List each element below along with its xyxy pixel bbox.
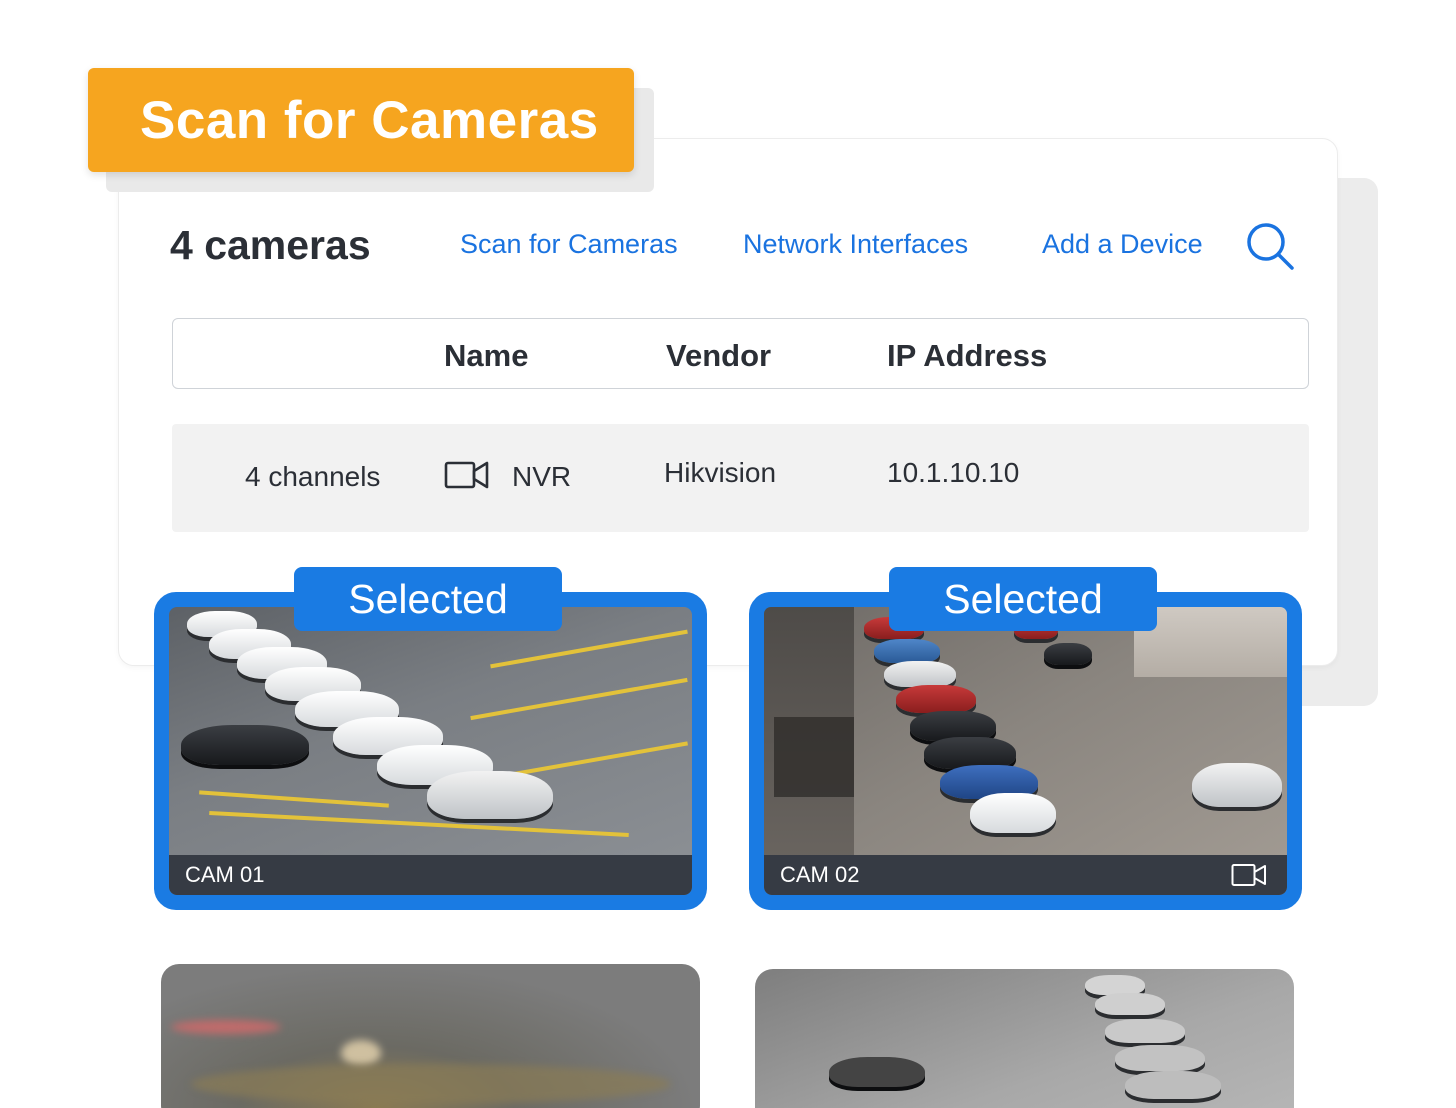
video-camera-icon [444, 459, 490, 498]
column-header-ip-address[interactable]: IP Address [887, 338, 1047, 374]
banner-tag: Scan for Cameras [88, 68, 634, 172]
video-camera-icon [1231, 864, 1266, 886]
add-device-link[interactable]: Add a Device [1042, 229, 1203, 260]
device-vendor: Hikvision [664, 457, 777, 488]
selected-badge: Selected [889, 567, 1157, 631]
network-interfaces-link[interactable]: Network Interfaces [743, 229, 968, 260]
camera-feed-cam01 [169, 607, 692, 895]
search-icon [1247, 223, 1294, 270]
channel-count: 4 channels [245, 461, 381, 492]
column-header-name[interactable]: Name [444, 338, 528, 374]
selected-badge: Selected [294, 567, 562, 631]
camera-label: CAM 01 [185, 862, 265, 887]
device-ip-address: 10.1.10.10 [887, 457, 1020, 488]
camera-caption-bar: CAM 02 [764, 855, 1287, 895]
camera-caption-bar: CAM 01 [169, 855, 692, 895]
camera-card-cam02[interactable]: CAM 02 [749, 592, 1302, 910]
camera-feed-cam02 [764, 607, 1287, 895]
camera-count-title: 4 cameras [170, 222, 371, 268]
device-name: NVR [512, 461, 572, 492]
camera-card-unselected[interactable] [755, 969, 1294, 1108]
camera-card-cam01[interactable]: CAM 01 [154, 592, 707, 910]
column-header-vendor[interactable]: Vendor [666, 338, 771, 374]
search-button[interactable] [1244, 220, 1296, 272]
scan-for-cameras-link[interactable]: Scan for Cameras [460, 229, 678, 260]
banner-title: Scan for Cameras [140, 90, 599, 150]
camera-label: CAM 02 [780, 862, 860, 887]
camera-card-unselected[interactable] [161, 964, 700, 1108]
